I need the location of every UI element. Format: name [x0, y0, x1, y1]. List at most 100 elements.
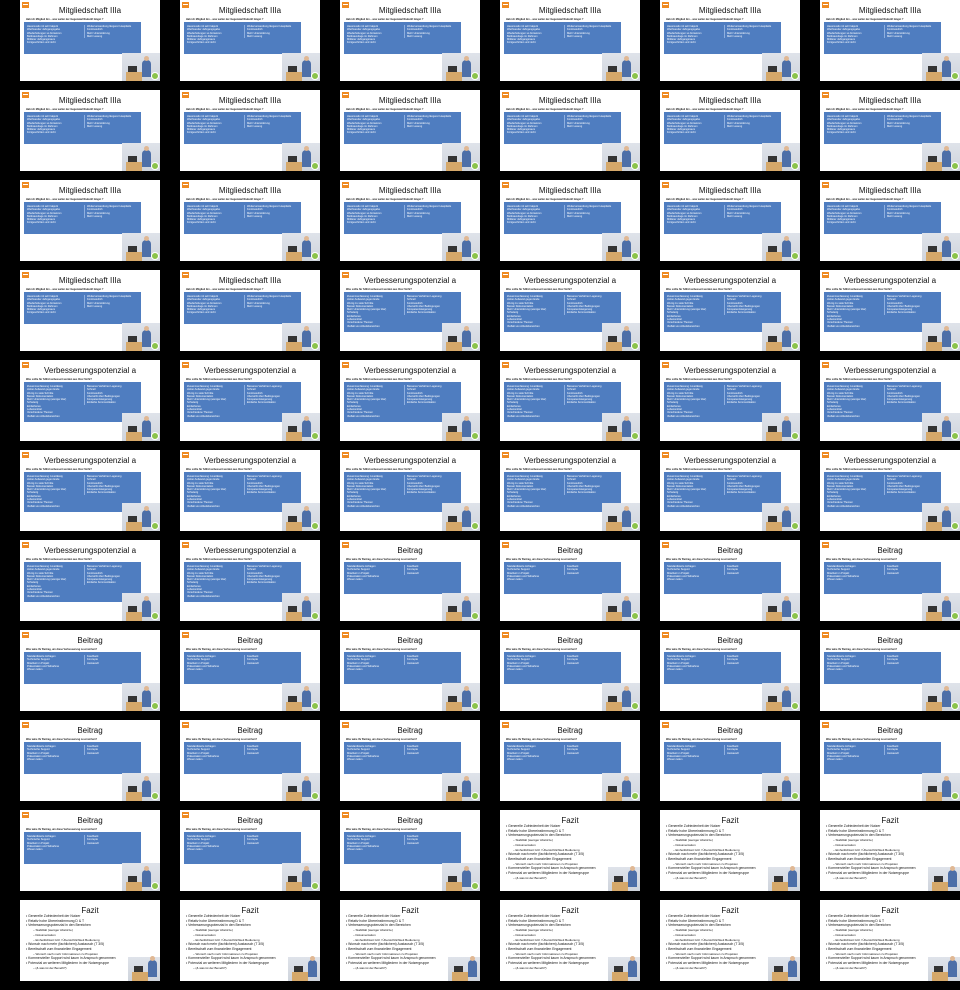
slide-thumbnail[interactable]: Mitgliedschaft IIIa Hab ich Mitglied bin …: [20, 0, 160, 81]
slide-thumbnail[interactable]: Verbesserungspotenzial a Was sollte für S…: [820, 270, 960, 351]
slide-thumbnail[interactable]: Mitgliedschaft IIIa Hab ich Mitglied bin …: [820, 90, 960, 171]
content-column-left: Zusammenfassung zuverlässig Hoher Aufwand…: [27, 475, 81, 508]
man-shape: [462, 600, 471, 617]
slide-thumbnail[interactable]: Fazit • Generelle Zufriedenheit der Nutze…: [660, 900, 800, 981]
head-shape: [304, 56, 309, 61]
slide-title: Beitrag: [237, 816, 263, 825]
slide-title: Mitgliedschaft IIIa: [698, 96, 762, 105]
content-box: Standardisierte Anfragen Technische Suppo…: [184, 652, 301, 684]
slide-question: Was sollte für SJEH verbessert werden au…: [186, 378, 252, 381]
slide-thumbnail[interactable]: Beitrag Was wäre Ihr Beitrag, um diese Ve…: [180, 810, 320, 891]
slide-thumbnail[interactable]: Verbesserungspotenzial a Was sollte für S…: [660, 270, 800, 351]
slide-thumbnail[interactable]: Verbesserungspotenzial a Was sollte für S…: [660, 360, 800, 441]
desk-shape: [766, 702, 782, 711]
slide-thumbnail[interactable]: Beitrag Was wäre Ihr Beitrag, um diese Ve…: [820, 540, 960, 621]
slide-thumbnail[interactable]: Beitrag Was wäre Ihr Beitrag, um diese Ve…: [820, 720, 960, 801]
screen-shape: [774, 966, 783, 972]
slide-thumbnail[interactable]: Beitrag Was wäre Ihr Beitrag, um diese Ve…: [660, 540, 800, 621]
green-badge-icon: [951, 612, 959, 620]
slide-thumbnail[interactable]: Mitgliedschaft IIIa Hab ich Mitglied bin …: [20, 270, 160, 351]
green-badge-icon: [631, 432, 639, 440]
slide-thumbnail[interactable]: Verbesserungspotenzial a Was sollte für S…: [820, 360, 960, 441]
slide-thumbnail[interactable]: Fazit • Generelle Zufriedenheit der Nutze…: [500, 900, 640, 981]
slide-thumbnail[interactable]: Beitrag Was wäre Ihr Beitrag, um diese Ve…: [340, 720, 480, 801]
slide-thumbnail[interactable]: Mitgliedschaft IIIa Hab ich Mitglied bin …: [340, 0, 480, 81]
slide-thumbnail[interactable]: Mitgliedschaft IIIa Hab ich Mitglied bin …: [660, 90, 800, 171]
slide-thumbnail[interactable]: Verbesserungspotenzial a Was sollte für S…: [340, 360, 480, 441]
slide-thumbnail[interactable]: Mitgliedschaft IIIa Hab ich Mitglied bin …: [340, 90, 480, 171]
slide-thumbnail[interactable]: Fazit • Generelle Zufriedenheit der Nutze…: [20, 900, 160, 981]
slide-thumbnail[interactable]: Beitrag Was wäre Ihr Beitrag, um diese Ve…: [20, 630, 160, 711]
slide-thumbnail[interactable]: Beitrag Was wäre Ihr Beitrag, um diese Ve…: [20, 810, 160, 891]
company-logo-icon: [182, 812, 189, 818]
head-shape: [310, 956, 315, 961]
slide-thumbnail[interactable]: Beitrag Was wäre Ihr Beitrag, um diese Ve…: [20, 720, 160, 801]
slide-thumbnail[interactable]: Mitgliedschaft IIIa Hab ich Mitglied bin …: [500, 180, 640, 261]
content-column-right: Besseres Verfahren Lagerung Schnell Kontin…: [884, 475, 941, 495]
green-badge-icon: [471, 162, 479, 170]
slide-thumbnail[interactable]: Mitgliedschaft IIIa Hab ich Mitglied bin …: [180, 90, 320, 171]
company-logo-icon: [22, 452, 29, 458]
content-column-left: Standardisierte Anfragen Technische Suppo…: [827, 655, 881, 671]
slide-thumbnail[interactable]: Mitgliedschaft IIIa Hab ich Mitglied bin …: [500, 0, 640, 81]
slide-thumbnail[interactable]: Verbesserungspotenzial a Was sollte für S…: [180, 540, 320, 621]
content-column-right: Besseres Verfahren Lagerung Schnell Kontin…: [404, 295, 461, 315]
slide-thumbnail[interactable]: Beitrag Was wäre Ihr Beitrag, um diese Ve…: [820, 630, 960, 711]
slide-thumbnail[interactable]: Verbesserungspotenzial a Was sollte für S…: [180, 450, 320, 531]
slide-thumbnail[interactable]: Fazit • Generelle Zufriedenheit der Nutze…: [820, 900, 960, 981]
slide-thumbnail[interactable]: Beitrag Was wäre Ihr Beitrag, um diese Ve…: [340, 540, 480, 621]
slide-thumbnail[interactable]: Mitgliedschaft IIIa Hab ich Mitglied bin …: [820, 180, 960, 261]
slide-thumbnail[interactable]: Verbesserungspotenzial a Was sollte für S…: [500, 450, 640, 531]
company-logo-icon: [502, 542, 509, 548]
slide-thumbnail[interactable]: Mitgliedschaft IIIa Hab ich Mitglied bin …: [20, 90, 160, 171]
slide-thumbnail[interactable]: Beitrag Was wäre Ihr Beitrag, um diese Ve…: [180, 630, 320, 711]
slide-thumbnail[interactable]: Beitrag Was wäre Ihr Beitrag, um diese Ve…: [500, 630, 640, 711]
slide-thumbnail[interactable]: Beitrag Was wäre Ihr Beitrag, um diese Ve…: [340, 810, 480, 891]
slide-title: Beitrag: [717, 546, 743, 555]
desk-shape: [126, 252, 142, 261]
head-shape: [624, 236, 629, 241]
slide-thumbnail[interactable]: Mitgliedschaft IIIa Hab ich Mitglied bin …: [660, 0, 800, 81]
slide-thumbnail[interactable]: Fazit • Generelle Zufriedenheit der Nutze…: [820, 810, 960, 891]
slide-thumbnail[interactable]: Verbesserungspotenzial a Was sollte für S…: [660, 450, 800, 531]
slide-thumbnail[interactable]: Fazit • Generelle Zufriedenheit der Nutze…: [180, 900, 320, 981]
slide-thumbnail[interactable]: Verbesserungspotenzial a Was sollte für S…: [20, 450, 160, 531]
desk-shape: [606, 522, 622, 531]
slide-thumbnail[interactable]: Beitrag Was wäre Ihr Beitrag, um diese Ve…: [180, 720, 320, 801]
slide-thumbnail[interactable]: Beitrag Was wäre Ihr Beitrag, um diese Ve…: [660, 720, 800, 801]
screen-shape: [128, 156, 137, 162]
slide-thumbnail[interactable]: Mitgliedschaft IIIa Hab ich Mitglied bin …: [180, 0, 320, 81]
bullet-text: • Verbesserungspotenzial in den Bereiche…: [666, 833, 731, 838]
slide-thumbnail[interactable]: Verbesserungspotenzial a Was sollte für S…: [820, 450, 960, 531]
screen-shape: [454, 966, 463, 972]
content-column-left: Standardisierte Anfragen Technische Suppo…: [187, 745, 241, 761]
desk-shape: [606, 162, 622, 171]
slide-thumbnail[interactable]: Verbesserungspotenzial a Was sollte für S…: [500, 270, 640, 351]
slide-thumbnail[interactable]: Fazit • Generelle Zufriedenheit der Nutze…: [340, 900, 480, 981]
slide-thumbnail[interactable]: Mitgliedschaft IIIa Hab ich Mitglied bin …: [20, 180, 160, 261]
slide-thumbnail[interactable]: Verbesserungspotenzial a Was sollte für S…: [180, 360, 320, 441]
bullet-text: • Potenzial an weiteren Mitgliedern in d…: [26, 961, 109, 966]
slide-thumbnail[interactable]: Verbesserungspotenzial a Was sollte für S…: [20, 360, 160, 441]
list-item: Fortgeschritten und nicht: [667, 221, 696, 225]
bullet-text: • Potenzial an weiteren Mitgliedern in d…: [666, 961, 749, 966]
slide-thumbnail[interactable]: Mitgliedschaft IIIa Hab ich Mitglied bin …: [820, 0, 960, 81]
slide-thumbnail[interactable]: Verbesserungspotenzial a Was sollte für S…: [500, 360, 640, 441]
slide-thumbnail[interactable]: Fazit • Generelle Zufriedenheit der Nutze…: [660, 810, 800, 891]
slide-thumbnail[interactable]: Mitgliedschaft IIIa Hab ich Mitglied bin …: [660, 180, 800, 261]
slide-thumbnail[interactable]: Verbesserungspotenzial a Was sollte für S…: [340, 450, 480, 531]
slide-thumbnail[interactable]: Beitrag Was wäre Ihr Beitrag, um diese Ve…: [500, 540, 640, 621]
slide-thumbnail[interactable]: Mitgliedschaft IIIa Hab ich Mitglied bin …: [500, 90, 640, 171]
slide-thumbnail[interactable]: Fazit • Generelle Zufriedenheit der Nutze…: [500, 810, 640, 891]
bullet-text: – Stabilität (weniger Abstürze): [513, 928, 553, 933]
slide-thumbnail[interactable]: Verbesserungspotenzial a Was sollte für S…: [340, 270, 480, 351]
slide-thumbnail[interactable]: Verbesserungspotenzial a Was sollte für S…: [20, 540, 160, 621]
company-logo-icon: [342, 632, 349, 638]
slide-thumbnail[interactable]: Beitrag Was wäre Ihr Beitrag, um diese Ve…: [340, 630, 480, 711]
slide-thumbnail[interactable]: Beitrag Was wäre Ihr Beitrag, um diese Ve…: [500, 720, 640, 801]
slide-thumbnail[interactable]: Beitrag Was wäre Ihr Beitrag, um diese Ve…: [660, 630, 800, 711]
slide-thumbnail[interactable]: Mitgliedschaft IIIa Hab ich Mitglied bin …: [340, 180, 480, 261]
slide-thumbnail[interactable]: Mitgliedschaft IIIa Hab ich Mitglied bin …: [180, 270, 320, 351]
slide-thumbnail[interactable]: Mitgliedschaft IIIa Hab ich Mitglied bin …: [180, 180, 320, 261]
content-box: Standardisierte Anfragen Technische Suppo…: [824, 652, 941, 684]
